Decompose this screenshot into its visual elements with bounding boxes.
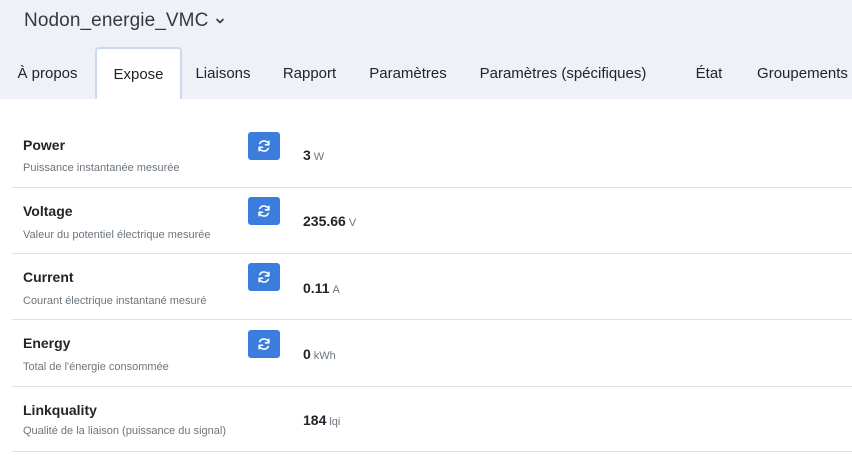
expose-description: Courant électrique instantané mesuré (23, 295, 207, 307)
refresh-power-button[interactable] (248, 132, 280, 160)
tab-etat[interactable]: État (665, 47, 753, 99)
expose-row-linkquality: Linkquality Qualité de la liaison (puiss… (12, 387, 852, 452)
refresh-energy-button[interactable] (248, 330, 280, 358)
expose-value-current: 0.11 A (303, 280, 340, 296)
value-unit: V (348, 217, 357, 229)
expose-description: Qualité de la liaison (puissance du sign… (23, 425, 227, 437)
value-number: 0.11 (303, 280, 330, 296)
expose-name: Power (23, 137, 66, 153)
tab-rapport[interactable]: Rapport (264, 47, 355, 99)
refresh-icon (258, 140, 270, 152)
device-title-dropdown[interactable]: Nodon_energie_VMC (24, 9, 226, 33)
value-number: 3 (303, 147, 311, 163)
tab-liaisons[interactable]: Liaisons (182, 47, 264, 99)
refresh-current-button[interactable] (248, 263, 280, 291)
expose-description: Valeur du potentiel électrique mesurée (23, 229, 211, 241)
device-title: Nodon_energie_VMC (24, 10, 209, 31)
tab-a-propos[interactable]: À propos (0, 47, 95, 99)
refresh-icon (258, 338, 270, 350)
value-unit: W (313, 151, 325, 163)
expose-row-energy: Energy Total de l'énergie consommée 0 kWh (12, 320, 852, 387)
expose-value-voltage: 235.66 V (303, 213, 356, 229)
tab-groupements[interactable]: Groupements (753, 47, 852, 99)
value-number: 0 (303, 346, 311, 362)
value-number: 235.66 (303, 213, 346, 229)
expose-row-power: Power Puissance instantanée mesurée 3W (12, 121, 852, 188)
refresh-icon (258, 205, 270, 217)
tab-expose[interactable]: Expose (95, 47, 182, 99)
expose-value-power: 3W (303, 147, 324, 163)
expose-description: Total de l'énergie consommée (23, 361, 169, 373)
value-number: 184 (303, 412, 327, 428)
chevron-down-icon (216, 18, 225, 24)
value-unit: lqi (329, 416, 341, 428)
expose-name: Linkquality (23, 402, 97, 418)
tab-parametres[interactable]: Paramètres (355, 47, 461, 99)
refresh-voltage-button[interactable] (248, 197, 280, 225)
tab-parametres-specifiques[interactable]: Paramètres (spécifiques) (461, 47, 665, 99)
refresh-icon (258, 271, 270, 283)
expose-value-linkquality: 184 lqi (303, 412, 340, 428)
expose-row-current: Current Courant électrique instantané me… (12, 254, 852, 320)
value-unit: A (332, 284, 340, 296)
expose-value-energy: 0 kWh (303, 346, 336, 362)
value-unit: kWh (313, 350, 336, 362)
expose-name: Energy (23, 335, 71, 351)
expose-name: Voltage (23, 203, 73, 219)
expose-row-voltage: Voltage Valeur du potentiel électrique m… (12, 188, 852, 254)
expose-panel: Power Puissance instantanée mesurée 3W V… (0, 99, 852, 459)
tab-bar: À propos Expose Liaisons Rapport Paramèt… (0, 47, 852, 99)
expose-description: Puissance instantanée mesurée (23, 162, 180, 174)
expose-name: Current (23, 269, 74, 285)
